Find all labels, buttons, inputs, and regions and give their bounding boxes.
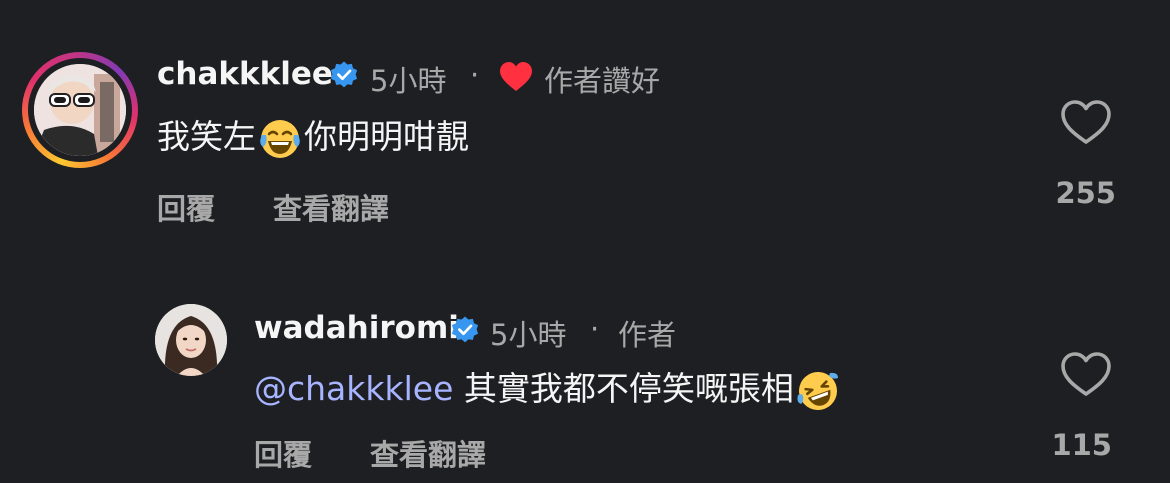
comment-text-part: 我笑左 [157, 117, 256, 156]
author-liked-heart-icon [500, 62, 532, 91]
avatar-image-icon [34, 64, 126, 156]
avatar[interactable] [155, 304, 227, 376]
timestamp: 5小時 [490, 318, 567, 352]
verified-badge-icon [451, 316, 479, 343]
like-count: 115 [1051, 428, 1112, 462]
separator: · [590, 312, 600, 346]
avatar[interactable] [34, 64, 126, 156]
avatar-image-icon [155, 304, 227, 376]
reply-button[interactable]: 回覆 [254, 432, 312, 474]
comment-text: @chakkklee 其實我都不停笑嘅張相 [254, 362, 842, 413]
see-translation-button[interactable]: 查看翻譯 [370, 432, 486, 474]
separator: · [470, 58, 480, 92]
mention-link[interactable]: @chakkklee [254, 369, 453, 408]
laughing-tears-emoji-icon [260, 119, 300, 158]
author-liked-label: 作者讚好 [544, 64, 661, 98]
rolling-laughing-emoji-icon [797, 371, 838, 410]
username[interactable]: chakkklee [157, 56, 333, 92]
like-count: 255 [1055, 176, 1116, 210]
see-translation-button[interactable]: 查看翻譯 [273, 186, 389, 228]
timestamp: 5小時 [370, 64, 447, 98]
comment-text-part: 其實我都不停笑嘅張相 [463, 369, 794, 408]
comment-text-part: 你明明咁靚 [304, 117, 469, 156]
like-heart-icon[interactable] [1060, 350, 1112, 398]
like-heart-icon[interactable] [1060, 98, 1112, 146]
username[interactable]: wadahiromi [254, 310, 459, 346]
reply-button[interactable]: 回覆 [157, 186, 215, 228]
verified-badge-icon [330, 61, 358, 88]
author-label: 作者 [618, 318, 677, 352]
comment-text: 我笑左 你明明咁靚 [157, 110, 469, 161]
